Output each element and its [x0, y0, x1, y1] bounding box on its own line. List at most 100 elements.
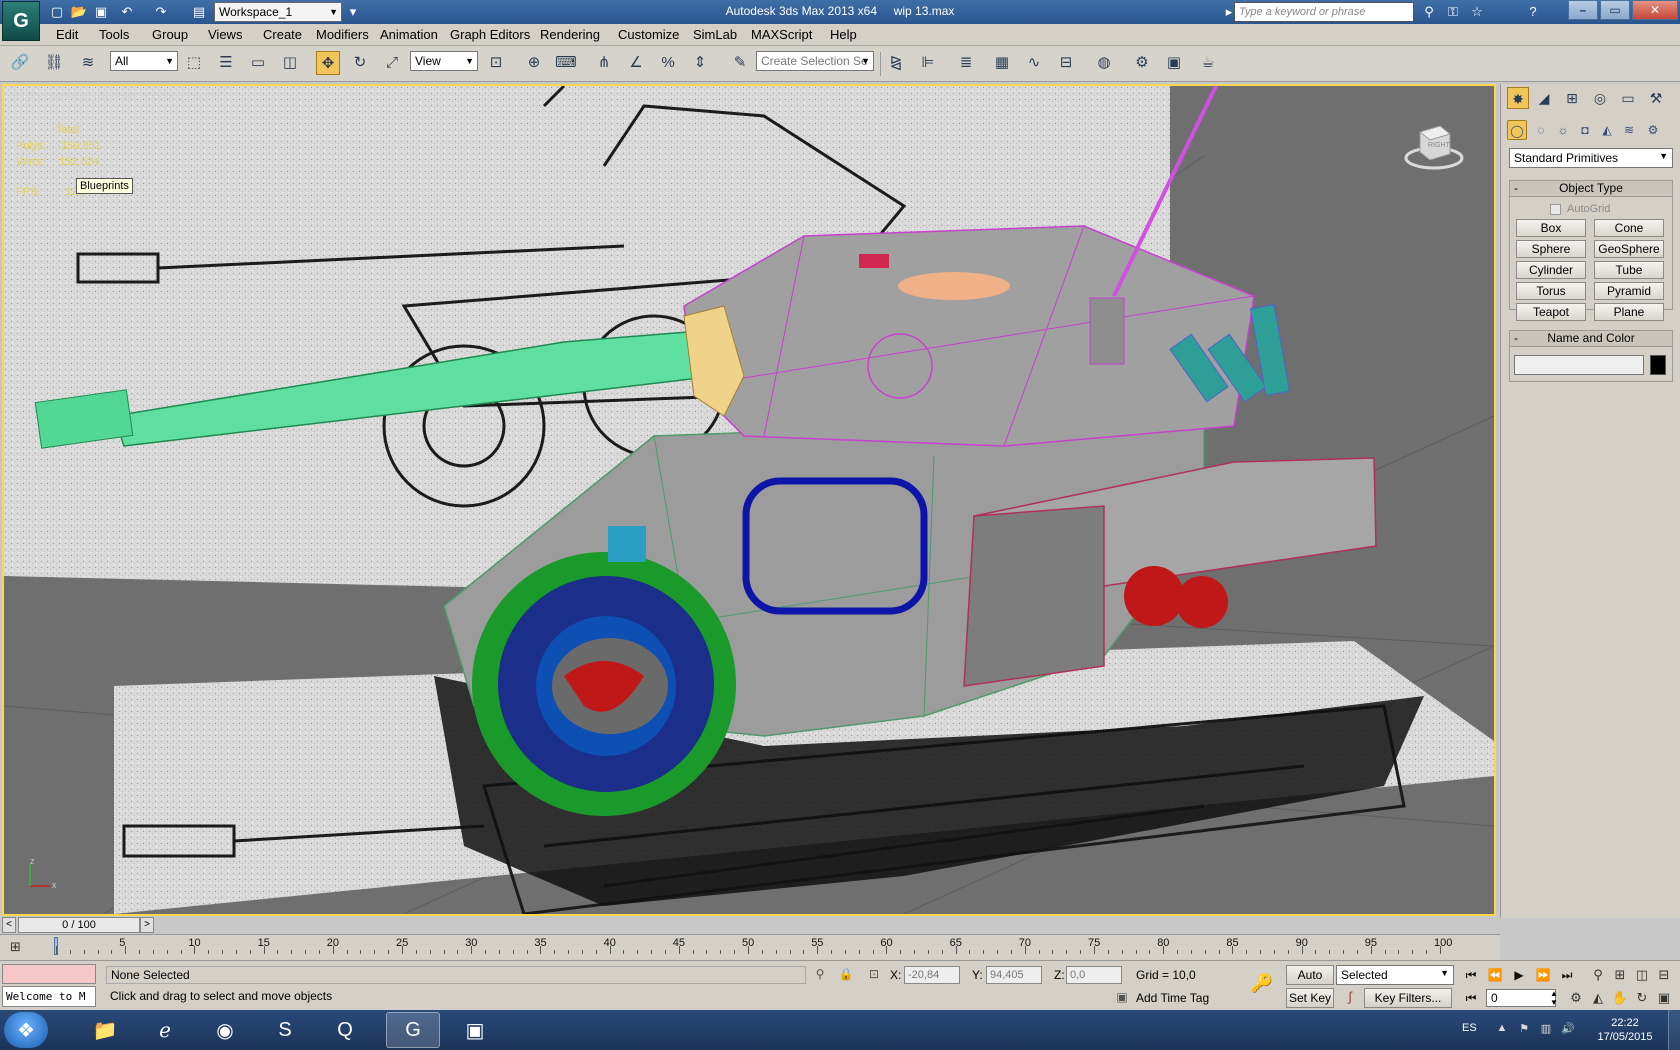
maximize-button[interactable]: ▭: [1600, 0, 1630, 20]
select-by-name-icon[interactable]: ☰: [214, 51, 238, 75]
zoom-extents-icon[interactable]: ◫: [1632, 965, 1652, 985]
schematic-view-icon[interactable]: ⊟: [1054, 51, 1078, 75]
go-to-start-icon[interactable]: ⏮: [1460, 965, 1482, 985]
network-icon[interactable]: ▥: [1538, 1022, 1554, 1038]
reference-coordinate-dropdown[interactable]: View ▼: [410, 51, 478, 71]
menu-help[interactable]: Help: [830, 27, 857, 42]
object-type-header[interactable]: - Object Type: [1510, 181, 1672, 197]
menu-simlab[interactable]: SimLab: [693, 27, 737, 42]
track-bar[interactable]: ⊞ 5 10 15 20 25 30 35 40 45 50 55 60 65 70 75 80 85 90 95 1…: [0, 934, 1500, 960]
time-slider-thumb[interactable]: 0 / 100: [18, 917, 140, 933]
photo-viewer-icon[interactable]: ▣: [448, 1012, 502, 1048]
window-crossing-icon[interactable]: ◫: [278, 51, 302, 75]
y-coordinate-input[interactable]: 94,405: [986, 966, 1042, 984]
time-configuration-icon[interactable]: ⚙: [1566, 988, 1586, 1008]
language-indicator[interactable]: ES: [1462, 1022, 1477, 1034]
maxscript-listener-output[interactable]: [2, 964, 96, 984]
material-editor-icon[interactable]: ◍: [1092, 51, 1116, 75]
next-frame-arrow[interactable]: >: [140, 917, 154, 933]
plane-button[interactable]: Plane: [1594, 303, 1664, 321]
named-selection-set-dropdown[interactable]: Create Selection Se ▼: [756, 51, 874, 71]
hierarchy-tab-icon[interactable]: ⊞: [1561, 87, 1583, 109]
viewport-label[interactable]: [+] [Perspective] [Realistic + Edged Fac…: [12, 90, 219, 102]
viewcube[interactable]: RIGHT: [1404, 116, 1464, 172]
menu-rendering[interactable]: Rendering: [540, 27, 600, 42]
close-button[interactable]: ✕: [1632, 0, 1678, 20]
flag-icon[interactable]: ⚑: [1516, 1022, 1532, 1038]
go-to-end-icon[interactable]: ⏭: [1556, 965, 1578, 985]
workspace-dropdown[interactable]: Workspace_1 ▼: [214, 2, 342, 22]
new-file-icon[interactable]: ▢: [48, 3, 66, 21]
volume-icon[interactable]: 🔊: [1560, 1022, 1576, 1038]
utilities-tab-icon[interactable]: ⚒: [1645, 87, 1667, 109]
mirror-icon[interactable]: ⧎: [884, 51, 908, 75]
render-setup-icon[interactable]: ⚙: [1130, 51, 1154, 75]
menu-create[interactable]: Create: [263, 27, 302, 42]
unlink-selection-icon[interactable]: ⛓: [42, 51, 66, 75]
teapot-button[interactable]: Teapot: [1516, 303, 1586, 321]
lights-icon[interactable]: ☼: [1553, 120, 1573, 140]
menu-edit[interactable]: Edit: [56, 27, 78, 42]
rendered-frame-window-icon[interactable]: ▣: [1162, 51, 1186, 75]
menu-group[interactable]: Group: [152, 27, 188, 42]
shapes-icon[interactable]: ◌: [1531, 120, 1551, 140]
file-explorer-icon[interactable]: 📁: [78, 1012, 132, 1048]
open-mini-curve-editor-icon[interactable]: ⊞: [10, 939, 32, 957]
maxscript-listener-input[interactable]: Welcome to M: [2, 986, 96, 1007]
binoculars-icon[interactable]: ⚲: [1420, 3, 1438, 21]
menu-graph-editors[interactable]: Graph Editors: [450, 27, 530, 42]
geosphere-button[interactable]: GeoSphere: [1594, 240, 1664, 258]
select-object-icon[interactable]: ⬚: [182, 51, 206, 75]
absolute-mode-transform-icon[interactable]: ⊡: [866, 966, 882, 982]
zoom-icon[interactable]: ⚲: [1588, 965, 1608, 985]
select-and-rotate-icon[interactable]: ↻: [348, 51, 372, 75]
set-key-button[interactable]: Set Key: [1286, 988, 1334, 1008]
angle-snap-icon[interactable]: ∠: [624, 51, 648, 75]
orbit-icon[interactable]: ↻: [1632, 988, 1652, 1008]
object-name-input[interactable]: [1514, 355, 1644, 375]
quick-access-dropdown-icon[interactable]: ▾: [344, 3, 362, 21]
field-of-view-icon[interactable]: ◭: [1588, 988, 1608, 1008]
menu-customize[interactable]: Customize: [618, 27, 679, 42]
project-folder-icon[interactable]: ▤: [190, 3, 208, 21]
align-icon[interactable]: ⊫: [916, 51, 940, 75]
pan-view-icon[interactable]: ✋: [1610, 988, 1630, 1008]
selection-lock-icon[interactable]: 🔒: [838, 966, 854, 982]
menu-animation[interactable]: Animation: [380, 27, 438, 42]
select-and-move-icon[interactable]: ✥: [316, 51, 340, 75]
perspective-viewport[interactable]: [+] [Perspective] [Realistic + Edged Fac…: [2, 84, 1496, 916]
snaps-toggle-icon[interactable]: ⋔: [592, 51, 616, 75]
autogrid-checkbox[interactable]: AutoGrid: [1550, 203, 1610, 215]
play-icon[interactable]: ▶: [1508, 965, 1530, 985]
curve-editor-icon[interactable]: ∿: [1022, 51, 1046, 75]
select-and-manipulate-icon[interactable]: ⊕: [522, 51, 546, 75]
auto-key-button[interactable]: Auto Key: [1286, 965, 1334, 1000]
tube-button[interactable]: Tube: [1594, 261, 1664, 279]
show-desktop-button[interactable]: [1668, 1010, 1680, 1050]
menu-views[interactable]: Views: [208, 27, 242, 42]
manage-layers-icon[interactable]: ≣: [954, 51, 978, 75]
current-frame-spinner[interactable]: ▲ ▼: [1550, 989, 1560, 1007]
isolate-selection-icon[interactable]: ⚲: [812, 966, 828, 982]
start-button[interactable]: ❖: [4, 1012, 48, 1048]
cone-button[interactable]: Cone: [1594, 219, 1664, 237]
zoom-all-icon[interactable]: ⊞: [1610, 965, 1630, 985]
name-and-color-header[interactable]: - Name and Color: [1510, 331, 1672, 347]
geometry-icon[interactable]: ◯: [1507, 120, 1527, 140]
undo-icon[interactable]: ↶: [118, 3, 136, 21]
system-clock[interactable]: 22:22 17/05/2015: [1590, 1016, 1660, 1044]
previous-key-icon[interactable]: ⏪: [1484, 965, 1506, 985]
open-file-icon[interactable]: 📂: [70, 3, 88, 21]
motion-tab-icon[interactable]: ◎: [1589, 87, 1611, 109]
space-warps-icon[interactable]: ≋: [1619, 120, 1639, 140]
cameras-icon[interactable]: ◘: [1575, 120, 1595, 140]
box-button[interactable]: Box: [1516, 219, 1586, 237]
cylinder-button[interactable]: Cylinder: [1516, 261, 1586, 279]
3dsmax-taskbar-icon[interactable]: G: [386, 1012, 440, 1048]
search-input[interactable]: Type a keyword or phrase: [1234, 2, 1414, 22]
display-tab-icon[interactable]: ▭: [1617, 87, 1639, 109]
percent-snap-icon[interactable]: %: [656, 51, 680, 75]
keyboard-shortcut-override-icon[interactable]: ⌨: [554, 51, 578, 75]
save-file-icon[interactable]: ▣: [92, 3, 110, 21]
show-hidden-icons-icon[interactable]: ▲: [1494, 1022, 1510, 1038]
